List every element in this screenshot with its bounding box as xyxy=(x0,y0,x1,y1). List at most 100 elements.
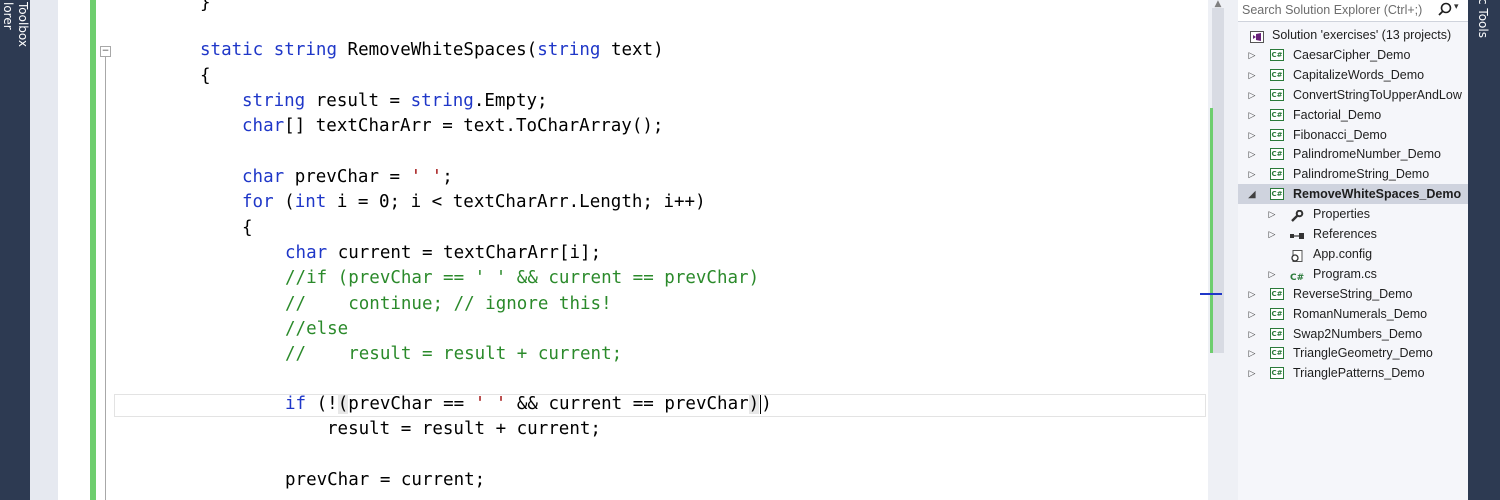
code-line-method-signature: static string RemoveWhiteSpaces(string t… xyxy=(200,40,664,60)
tree-project-node[interactable]: ▷ C# PalindromeNumber_Demo xyxy=(1238,144,1468,164)
code-line-chararr-decl: char[] textCharArr = text.ToCharArray(); xyxy=(242,116,664,136)
tree-project-node[interactable]: ▷ C# CapitalizeWords_Demo xyxy=(1238,65,1468,85)
collapsed-triangle-icon[interactable]: ▷ xyxy=(1247,284,1257,304)
tree-project-node[interactable]: ▷ C# CaesarCipher_Demo xyxy=(1238,45,1468,65)
solution-search-input[interactable] xyxy=(1240,0,1436,20)
tree-project-node[interactable]: ◢ C# RemoveWhiteSpaces_Demo xyxy=(1238,184,1468,205)
scrollbar-caret-marker xyxy=(1200,293,1222,295)
code-line-if-statement: if (!(prevChar == ' ' && current == prev… xyxy=(285,394,772,414)
tree-child-node[interactable]: ▷ C# Program.cs xyxy=(1238,264,1468,284)
csharp-project-icon: C# xyxy=(1270,48,1284,61)
tree-solution-node[interactable]: Solution 'exercises' (13 projects) xyxy=(1238,25,1468,45)
tree-project-label: Fibonacci_Demo xyxy=(1293,127,1387,142)
tree-project-label: RomanNumerals_Demo xyxy=(1293,306,1428,321)
search-icon[interactable] xyxy=(1436,1,1454,19)
solution-icon xyxy=(1250,29,1264,43)
code-line-for-loop: for (int i = 0; i < textCharArr.Length; … xyxy=(242,192,706,212)
right-margin xyxy=(1228,0,1238,500)
code-line-for-brace: { xyxy=(242,218,253,238)
left-tool-strip: lorer Toolbox xyxy=(0,0,30,500)
solution-search-bar: ▾ xyxy=(1238,0,1468,22)
csharp-project-icon: C# xyxy=(1270,367,1284,380)
tree-project-label: Factorial_Demo xyxy=(1293,107,1382,122)
code-line-current-decl: char current = textCharArr[i]; xyxy=(285,243,602,263)
tree-project-label: CaesarCipher_Demo xyxy=(1293,47,1411,62)
tree-project-node[interactable]: ▷ C# TriangleGeometry_Demo xyxy=(1238,343,1468,363)
tab-server-explorer[interactable]: lorer xyxy=(0,0,15,90)
svg-text:C#: C# xyxy=(1290,273,1304,282)
expanded-triangle-icon[interactable]: ◢ xyxy=(1247,184,1257,204)
csharp-project-icon: C# xyxy=(1270,88,1284,101)
tree-project-node[interactable]: ▷ C# Factorial_Demo xyxy=(1238,105,1468,125)
search-dropdown-icon[interactable]: ▾ xyxy=(1454,2,1459,12)
left-margin xyxy=(30,0,58,500)
csharp-project-icon: C# xyxy=(1270,287,1284,300)
csharp-project-icon: C# xyxy=(1270,327,1284,340)
config-file-icon xyxy=(1290,248,1304,262)
csharp-project-icon: C# xyxy=(1270,128,1284,141)
tree-project-node[interactable]: ▷ C# TrianglePatterns_Demo xyxy=(1238,363,1468,383)
collapsed-triangle-icon[interactable]: ▷ xyxy=(1247,363,1257,383)
collapsed-triangle-icon[interactable]: ▷ xyxy=(1247,85,1257,105)
scrollbar-thumb[interactable] xyxy=(1212,8,1224,353)
csharp-project-icon: C# xyxy=(1270,148,1284,161)
csharp-project-icon: C# xyxy=(1270,307,1284,320)
change-tracking-bar xyxy=(90,0,96,500)
code-line-comment-3: //else xyxy=(285,319,349,339)
code-editor[interactable]: − } static string RemoveWhiteSpaces(stri… xyxy=(58,0,1208,500)
tree-project-label: Swap2Numbers_Demo xyxy=(1293,326,1423,341)
collapsed-triangle-icon[interactable]: ▷ xyxy=(1267,264,1277,284)
tree-child-node[interactable]: ▷ References xyxy=(1238,224,1468,244)
tree-project-label: CapitalizeWords_Demo xyxy=(1293,67,1425,82)
tree-solution-label: Solution 'exercises' (13 projects) xyxy=(1272,28,1452,42)
solution-explorer-panel: ▾ Solution 'exercises' (13 projects) ▷ C# C… xyxy=(1238,0,1468,500)
collapsed-triangle-icon[interactable]: ▷ xyxy=(1247,324,1257,344)
references-icon xyxy=(1290,228,1304,240)
tree-child-label: References xyxy=(1313,227,1377,241)
collapsed-triangle-icon[interactable]: ▷ xyxy=(1267,224,1277,244)
csharp-project-icon: C# xyxy=(1270,108,1284,121)
tree-project-label: ConvertStringToUpperAndLow xyxy=(1293,87,1462,102)
tree-project-node[interactable]: ▷ C# Fibonacci_Demo xyxy=(1238,125,1468,145)
code-line-prevchar-assign: prevChar = current; xyxy=(285,470,486,490)
tree-project-label: TriangleGeometry_Demo xyxy=(1293,346,1433,361)
csharp-project-icon: C# xyxy=(1270,188,1284,201)
collapsed-triangle-icon[interactable]: ▷ xyxy=(1267,204,1277,224)
tab-toolbox-label: Toolbox xyxy=(15,2,30,47)
wrench-icon xyxy=(1290,208,1304,222)
collapsed-triangle-icon[interactable]: ▷ xyxy=(1247,125,1257,145)
collapsed-triangle-icon[interactable]: ▷ xyxy=(1247,45,1257,65)
tree-child-node[interactable]: App.config xyxy=(1238,244,1468,264)
code-line-comment-2: // continue; // ignore this! xyxy=(285,294,612,314)
csharp-project-icon: C# xyxy=(1270,347,1284,360)
tree-child-node[interactable]: ▷ Properties xyxy=(1238,204,1468,224)
collapsed-triangle-icon[interactable]: ▷ xyxy=(1247,105,1257,125)
tree-project-node[interactable]: ▷ C# Swap2Numbers_Demo xyxy=(1238,324,1468,344)
tree-project-node[interactable]: ▷ C# PalindromeString_Demo xyxy=(1238,164,1468,184)
code-line-prevchar-decl: char prevChar = ' '; xyxy=(242,167,453,187)
collapsed-triangle-icon[interactable]: ▷ xyxy=(1247,304,1257,324)
code-line-comment-4: // result = result + current; xyxy=(285,344,623,364)
tab-diagnostic-tools[interactable]: c Tools xyxy=(1476,0,1492,40)
tree-child-label: Program.cs xyxy=(1313,266,1377,281)
code-line-open-brace: { xyxy=(200,66,211,86)
tree-project-label: RemoveWhiteSpaces_Demo xyxy=(1293,187,1462,202)
tree-project-label: ReverseString_Demo xyxy=(1293,286,1413,301)
tree-project-node[interactable]: ▷ C# ConvertStringToUpperAndLow xyxy=(1238,85,1468,105)
csharp-project-icon: C# xyxy=(1270,168,1284,181)
tree-project-label: PalindromeNumber_Demo xyxy=(1293,147,1441,162)
collapsed-triangle-icon[interactable]: ▷ xyxy=(1247,144,1257,164)
collapse-icon[interactable]: − xyxy=(100,46,111,57)
tab-explorer-label: lorer xyxy=(0,2,15,30)
tab-toolbox[interactable]: Toolbox xyxy=(15,0,30,90)
tree-project-node[interactable]: ▷ C# RomanNumerals_Demo xyxy=(1238,304,1468,324)
editor-vertical-scrollbar[interactable]: ▲ xyxy=(1200,0,1228,500)
csharp-project-icon: C# xyxy=(1270,68,1284,81)
tree-project-node[interactable]: ▷ C# ReverseString_Demo xyxy=(1238,284,1468,304)
collapsed-triangle-icon[interactable]: ▷ xyxy=(1247,164,1257,184)
collapsed-triangle-icon[interactable]: ▷ xyxy=(1247,65,1257,85)
right-tool-strip: c Tools xyxy=(1468,0,1500,500)
outline-guide-line xyxy=(105,56,106,500)
collapsed-triangle-icon[interactable]: ▷ xyxy=(1247,343,1257,363)
scroll-up-icon[interactable]: ▲ xyxy=(1212,0,1224,9)
